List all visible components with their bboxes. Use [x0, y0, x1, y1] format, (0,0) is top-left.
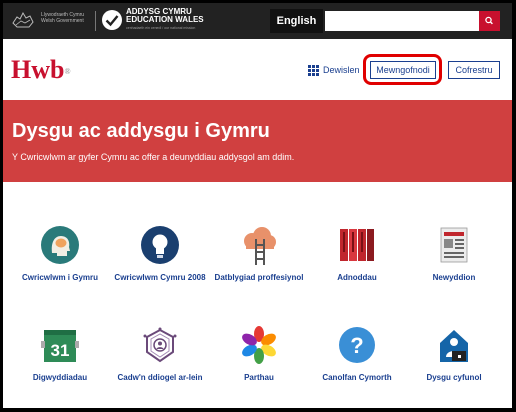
cloud-ladder-icon	[239, 225, 279, 265]
search-input[interactable]	[325, 11, 479, 31]
tile-label: Newyddion	[432, 273, 476, 282]
tile-events[interactable]: 31 Digwyddiadau	[12, 325, 108, 382]
tile-label: Adnoddau	[337, 273, 377, 282]
head-icon	[40, 225, 80, 265]
hero-title: Dysgu ac addysgu i Gymru	[12, 120, 270, 142]
help-glyph: ?	[350, 333, 363, 358]
tile-label: Dysgu cyfunol	[426, 373, 482, 382]
education-wales-title: ADDYSG CYMRU EDUCATION WALES	[126, 8, 236, 24]
tile-label: Cadw'n ddiogel ar-lein	[117, 373, 203, 382]
registered-mark: ®	[64, 67, 71, 76]
tile-curriculum-for-wales[interactable]: Cwricwlwm i Gymru	[12, 225, 108, 282]
menu-label: Dewislen	[323, 65, 360, 75]
help-icon: ?	[337, 325, 377, 365]
welsh-government-logo-icon[interactable]	[11, 9, 35, 31]
calendar-icon: 31	[40, 325, 80, 365]
hero-subtitle: Y Cwricwlwm ar gyfer Cymru ac offer a de…	[12, 152, 295, 162]
search-button[interactable]	[479, 11, 500, 31]
tile-label: Digwyddiadau	[32, 373, 88, 382]
hero-banner: Dysgu ac addysgu i Gymru Y Cwricwlwm ar …	[3, 100, 512, 182]
hwb-logo-text: Hwb	[11, 55, 65, 84]
books-icon	[337, 225, 377, 265]
register-button[interactable]: Cofrestru	[448, 61, 500, 79]
education-wales-subtitle: cenhadaeth ein cenedl / our national mis…	[126, 26, 196, 30]
top-bar: Llywodraeth Cymru Welsh Government ADDYS…	[3, 3, 512, 39]
page: Llywodraeth Cymru Welsh Government ADDYS…	[3, 3, 512, 408]
tile-curriculum-2008[interactable]: Cwricwlwm Cymru 2008	[112, 225, 208, 282]
edu-title-en: EDUCATION WALES	[126, 15, 204, 24]
search-icon	[485, 16, 493, 25]
language-toggle-button[interactable]: English	[270, 9, 323, 33]
tile-keeping-safe-online[interactable]: Cadw'n ddiogel ar-lein	[112, 325, 208, 382]
newspaper-icon	[434, 225, 474, 265]
tile-label: Datblygiad proffesiynol	[214, 273, 304, 282]
tile-help-centre[interactable]: ? Canolfan Cymorth	[309, 325, 405, 382]
tile-label: Cwricwlwm i Gymru	[21, 273, 99, 282]
lightbulb-icon	[140, 225, 180, 265]
divider	[95, 11, 96, 31]
tile-label: Canolfan Cymorth	[322, 373, 392, 382]
grid-menu-icon	[308, 64, 319, 76]
safety-badge-icon	[140, 325, 180, 365]
tile-news[interactable]: Newyddion	[406, 225, 502, 282]
tile-label: Parthau	[244, 373, 274, 382]
tile-professional-development[interactable]: Datblygiad proffesiynol	[211, 225, 307, 282]
tile-zones[interactable]: Parthau	[211, 325, 307, 382]
tile-blended-learning[interactable]: Dysgu cyfunol	[406, 325, 502, 382]
gov-name-en: Welsh Government	[41, 18, 84, 24]
home-learning-icon	[434, 325, 474, 365]
calendar-day: 31	[51, 341, 70, 360]
hwb-logo[interactable]: Hwb®	[11, 56, 71, 84]
pinwheel-icon	[239, 325, 279, 365]
login-button[interactable]: Mewngofnodi	[370, 61, 436, 79]
tile-label: Cwricwlwm Cymru 2008	[114, 273, 206, 282]
gov-name: Llywodraeth Cymru Welsh Government	[41, 12, 91, 24]
menu-button[interactable]: Dewislen	[308, 62, 360, 78]
education-wales-check-icon[interactable]	[101, 9, 123, 31]
tile-resources[interactable]: Adnoddau	[309, 225, 405, 282]
